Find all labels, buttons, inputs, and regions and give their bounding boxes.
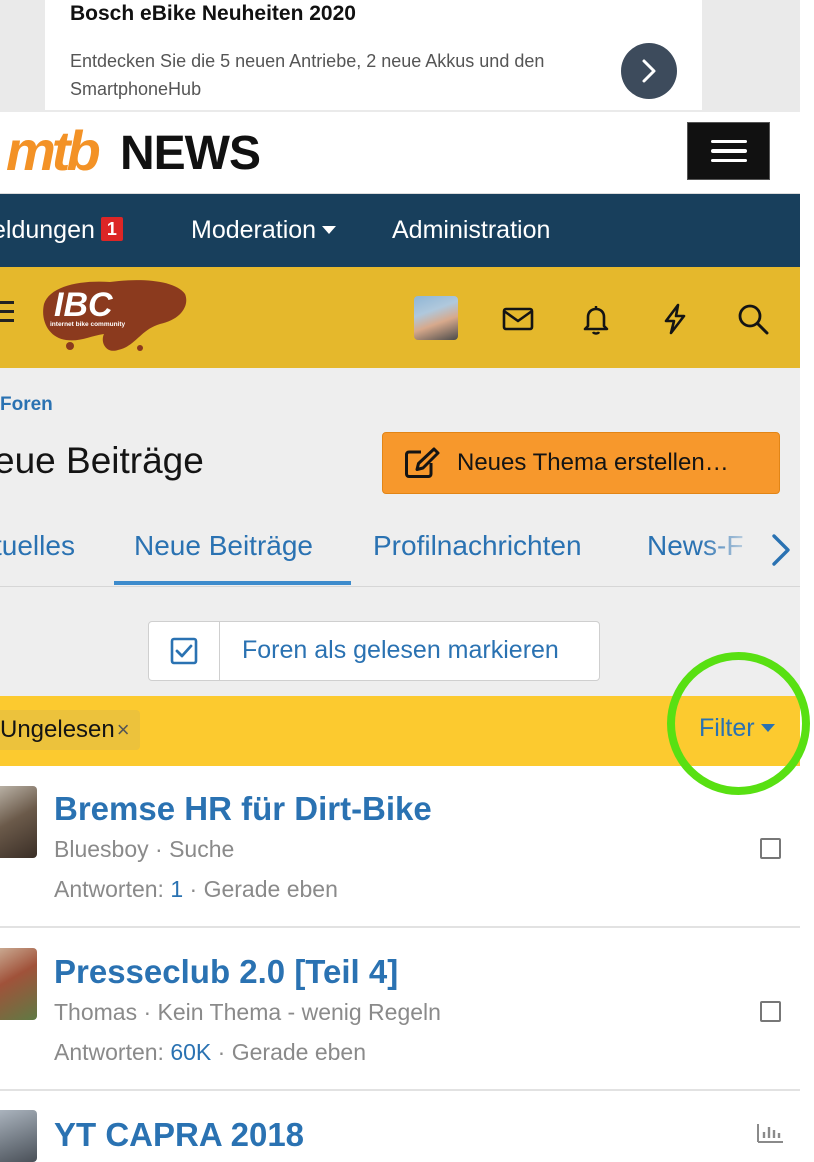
tab-active-indicator [114, 581, 351, 585]
close-icon[interactable]: × [117, 717, 130, 742]
thread-author[interactable]: Bluesboy [54, 836, 149, 862]
thread-stats: Antworten: 60K · Gerade eben [54, 1039, 367, 1065]
nav-item-reports[interactable]: eldungen 1 [0, 194, 123, 267]
highlight-circle [667, 652, 810, 795]
thread-select-checkbox[interactable] [760, 838, 781, 859]
hamburger-bar [0, 310, 14, 313]
thread-divider [0, 926, 800, 928]
ibc-logo-subtext: internet bike community [50, 321, 126, 328]
thread-time[interactable]: Gerade eben [232, 1039, 366, 1065]
replies-count[interactable]: 60K [170, 1039, 211, 1065]
nav-item-administration[interactable]: Administration [392, 194, 550, 267]
thread-forum[interactable]: Kein Thema - wenig Regeln [158, 999, 441, 1025]
poll-icon [757, 1124, 783, 1143]
lightning-icon [664, 303, 686, 335]
envelope-icon [502, 307, 534, 331]
thread-forum[interactable]: Suche [169, 836, 234, 862]
avatar[interactable] [0, 1110, 37, 1162]
bell-icon [583, 306, 609, 335]
checkbox-checked-icon [170, 637, 197, 665]
replies-count[interactable]: 1 [170, 876, 183, 902]
menu-bar [710, 158, 747, 163]
menu-bar [710, 139, 747, 144]
site-menu-button[interactable] [687, 122, 770, 180]
mtb-logo[interactable]: mtb [6, 123, 101, 179]
thread-title[interactable]: Bremse HR für Dirt-Bike [54, 790, 432, 828]
new-thread-button[interactable]: Neues Thema erstellen… [382, 432, 780, 494]
mark-read-icon-cell[interactable] [148, 621, 220, 681]
inbox-button[interactable] [498, 299, 538, 339]
ad-text[interactable]: Entdecken Sie die 5 neuen Antriebe, 2 ne… [70, 47, 615, 103]
hamburger-bar [0, 301, 14, 304]
thread-select-checkbox[interactable] [760, 1001, 781, 1022]
whats-new-button[interactable] [655, 299, 695, 339]
user-avatar[interactable] [414, 296, 458, 340]
hamburger-icon[interactable] [0, 301, 14, 322]
thread-title[interactable]: Presseclub 2.0 [Teil 4] [54, 953, 398, 991]
page-title: eue Beiträge [0, 440, 204, 481]
avatar[interactable] [0, 948, 37, 1020]
replies-label: Antworten: [54, 876, 164, 902]
thread-time[interactable]: Gerade eben [204, 876, 338, 902]
tab-new-posts[interactable]: Neue Beiträge [134, 530, 313, 562]
thread-stats: Antworten: 1 · Gerade eben [54, 876, 338, 902]
tab-latest[interactable]: tuelles [0, 530, 75, 562]
menu-bar [710, 149, 747, 153]
tabs-scroll-right[interactable] [766, 530, 794, 575]
filter-chip-unread[interactable]: Ungelesen× [0, 710, 140, 750]
nav-item-label: Administration [392, 216, 551, 244]
tab-profile-posts[interactable]: Profilnachrichten [373, 530, 582, 562]
tabs-divider [0, 586, 800, 587]
news-logo[interactable]: NEWS [120, 130, 261, 178]
thread-author-forum: Bluesboy · Suche [54, 836, 235, 862]
hamburger-bar [0, 319, 14, 322]
ibc-logo-text: IBC [54, 286, 113, 324]
caret-down-icon [322, 226, 337, 234]
mark-read-label[interactable]: Foren als gelesen markieren [242, 636, 559, 665]
ibc-logo[interactable]: IBC internet bike community [40, 276, 190, 356]
replies-label: Antworten: [54, 1039, 164, 1065]
search-icon [738, 304, 769, 335]
thread-author[interactable]: Thomas [54, 999, 137, 1025]
thread-title[interactable]: YT CAPRA 2018 [54, 1116, 304, 1154]
nav-item-label: Moderation [191, 216, 317, 244]
reports-count-badge: 1 [100, 217, 123, 241]
avatar[interactable] [0, 786, 37, 858]
thread-divider [0, 1089, 800, 1091]
ad-next-button[interactable] [621, 43, 677, 99]
ad-title[interactable]: Bosch eBike Neuheiten 2020 [70, 2, 356, 26]
tabs-fade [700, 524, 760, 576]
new-thread-label: Neues Thema erstellen… [457, 449, 729, 476]
search-button[interactable] [733, 299, 773, 339]
compose-icon [405, 447, 440, 478]
nav-item-label: eldungen [0, 216, 95, 244]
breadcrumb[interactable]: Foren [0, 394, 53, 416]
chevron-right-icon [772, 534, 790, 566]
thread-author-forum: Thomas · Kein Thema - wenig Regeln [54, 999, 441, 1025]
chevron-right-icon [642, 59, 656, 83]
alerts-button[interactable] [576, 299, 616, 339]
nav-item-moderation[interactable]: Moderation [191, 194, 337, 267]
filter-chip-label: Ungelesen [0, 716, 115, 743]
